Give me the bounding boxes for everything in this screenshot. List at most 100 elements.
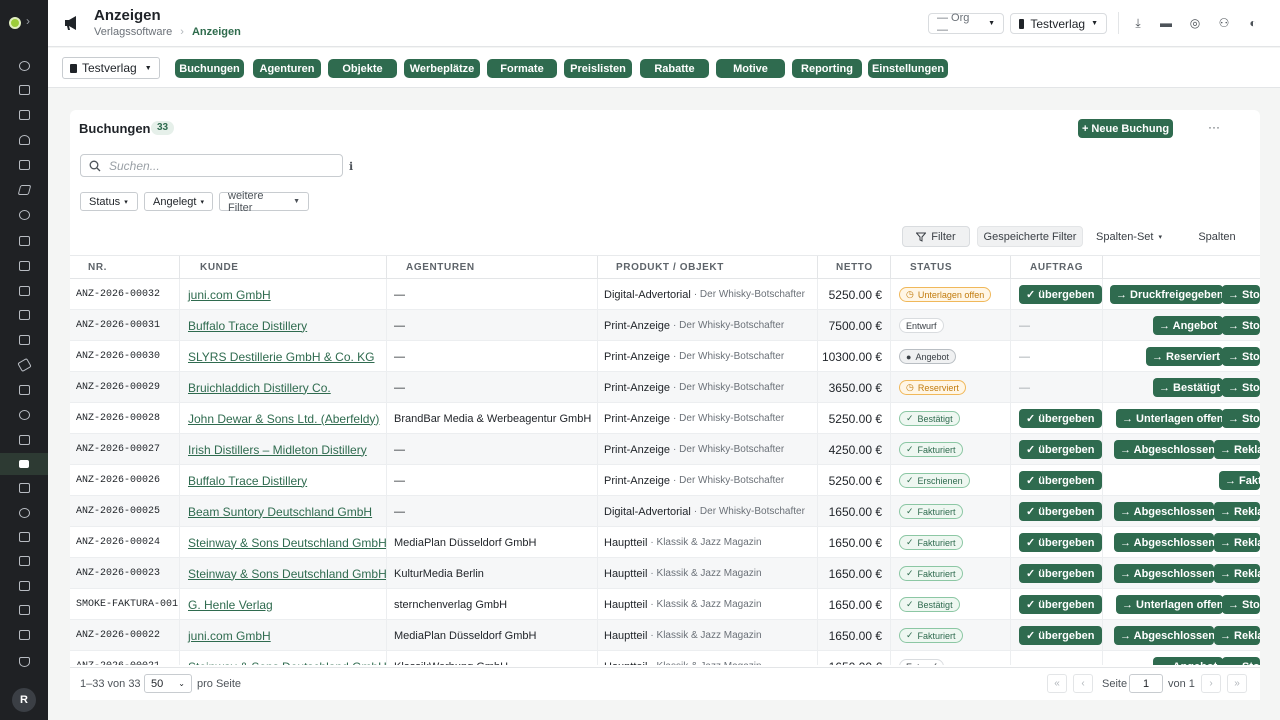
status-transition-button[interactable]: → Storno [1222, 657, 1260, 665]
status-transition-button[interactable]: → Angebot [1153, 316, 1223, 335]
status-transition-button[interactable]: → Reklamation [1214, 626, 1260, 645]
verlag-select-header[interactable]: Testverlag ▼ [1010, 13, 1107, 34]
tab-rabatte[interactable]: Rabatte [640, 59, 709, 78]
table-row[interactable]: ANZ-2026-00032 juni.com GmbH — Digital-Adve… [70, 279, 1260, 310]
sidebar-item-feather-icon[interactable] [16, 357, 32, 373]
sidebar-item-stack-icon[interactable] [16, 480, 32, 496]
info-icon[interactable]: ℹ [349, 160, 353, 173]
status-transition-button[interactable]: → Unterlagen offen [1116, 409, 1223, 428]
breadcrumb-root[interactable]: Verlagssoftware [94, 26, 172, 38]
filter-more[interactable]: weitere Filter ▼ [219, 190, 309, 214]
verlag-select[interactable]: Testverlag ▼ [62, 57, 160, 79]
sidebar-item-board-icon[interactable] [16, 107, 32, 123]
table-row[interactable]: ANZ-2026-00026 Buffalo Trace Distillery — P… [70, 465, 1260, 496]
columns-button[interactable]: Spalten [1187, 226, 1247, 247]
col-netto[interactable]: NETTO [818, 256, 891, 280]
status-transition-button[interactable]: → Fakturiert [1219, 471, 1260, 490]
page-input[interactable]: 1 [1129, 674, 1163, 693]
sidebar-item-file-icon[interactable] [16, 529, 32, 545]
more-options-icon[interactable]: ··· [1208, 120, 1220, 134]
status-transition-button[interactable]: → Storno [1222, 285, 1260, 304]
sidebar-item-users-icon[interactable] [16, 132, 32, 148]
sidebar-item-library-icon[interactable] [16, 233, 32, 249]
order-handed-over-badge[interactable]: ✓ übergeben [1019, 595, 1102, 614]
status-transition-button[interactable]: → Storno [1222, 595, 1260, 614]
sidebar-item-dashboard-icon[interactable] [16, 58, 32, 74]
status-transition-button[interactable]: → Unterlagen offen [1116, 595, 1223, 614]
sidebar-item-receipt-icon[interactable] [16, 332, 32, 348]
tab-formate[interactable]: Formate [487, 59, 557, 78]
status-transition-button[interactable]: → Reserviert [1146, 347, 1223, 366]
table-row[interactable]: ANZ-2026-00028 John Dewar & Sons Ltd. (Ab… [70, 403, 1260, 434]
sidebar-item-briefcase-icon[interactable] [16, 283, 32, 299]
user-avatar[interactable]: R [12, 688, 36, 712]
status-transition-button[interactable]: → Druckfreigegeben [1110, 285, 1223, 304]
sidebar-item-music-icon[interactable] [16, 505, 32, 521]
org-select[interactable]: — Org — ▼ [928, 12, 1004, 36]
status-transition-button[interactable]: → Storno [1222, 316, 1260, 335]
status-transition-button[interactable]: → Abgeschlossen [1114, 564, 1214, 583]
sidebar-item-shop-icon[interactable] [16, 553, 32, 569]
sidebar-item-bag-icon[interactable] [16, 432, 32, 448]
order-handed-over-badge[interactable]: ✓ übergeben [1019, 626, 1102, 645]
sidebar-collapse-icon[interactable]: › [26, 14, 30, 28]
status-transition-button[interactable]: → Angebot [1153, 657, 1223, 665]
filter-angelegt[interactable]: Angelegt ▾ [144, 192, 213, 211]
column-set-button[interactable]: Spalten-Set ▾ [1089, 226, 1169, 247]
sidebar-item-clipboard-icon[interactable] [16, 627, 32, 643]
status-transition-button[interactable]: → Storno [1222, 347, 1260, 366]
sidebar-item-circle-icon[interactable] [16, 407, 32, 423]
col-auftrag[interactable]: AUFTRAG [1011, 256, 1103, 280]
customer-link[interactable]: Steinway & Sons Deutschland GmbH [180, 651, 387, 665]
sidebar-item-archive-icon[interactable] [16, 382, 32, 398]
table-row[interactable]: ANZ-2026-00025 Beam Suntory Deutschland G… [70, 496, 1260, 527]
new-booking-button[interactable]: + Neue Buchung [1078, 119, 1173, 138]
customer-link[interactable]: Buffalo Trace Distillery [180, 310, 387, 341]
order-handed-over-badge[interactable]: ✓ übergeben [1019, 440, 1102, 459]
download-icon[interactable]: ⤓ [1131, 16, 1145, 30]
col-nr[interactable]: NR. [70, 256, 180, 280]
dark-mode-icon[interactable]: ◐ [1246, 16, 1260, 30]
tab-reporting[interactable]: Reporting [792, 59, 862, 78]
tab-objekte[interactable]: Objekte [328, 59, 397, 78]
tab-preislisten[interactable]: Preislisten [564, 59, 632, 78]
last-page-icon[interactable]: » [1227, 674, 1247, 693]
tab-werbeplaetze[interactable]: Werbeplätze [404, 59, 480, 78]
customer-link[interactable]: Beam Suntory Deutschland GmbH [180, 496, 387, 527]
customer-link[interactable]: John Dewar & Sons Ltd. (Aberfeldy) [180, 403, 387, 434]
tab-einstellungen[interactable]: Einstellungen [868, 59, 948, 78]
order-handed-over-badge[interactable]: ✓ übergeben [1019, 471, 1102, 490]
broadcast-icon[interactable]: ◎ [1188, 16, 1202, 30]
customer-link[interactable]: Bruichladdich Distillery Co. [180, 372, 387, 403]
customer-link[interactable]: G. Henle Verlag [180, 589, 387, 620]
app-logo[interactable] [9, 17, 21, 29]
order-handed-over-badge[interactable]: ✓ übergeben [1019, 564, 1102, 583]
customer-link[interactable]: juni.com GmbH [180, 279, 387, 310]
order-handed-over-badge[interactable]: ✓ übergeben [1019, 285, 1102, 304]
status-transition-button[interactable]: → Abgeschlossen [1114, 533, 1214, 552]
table-row[interactable]: ANZ-2026-00029 Bruichladdich Distillery C… [70, 372, 1260, 403]
search-input[interactable] [109, 158, 329, 173]
status-transition-button[interactable]: → Reklamation [1214, 533, 1260, 552]
table-row[interactable]: ANZ-2026-00031 Buffalo Trace Distillery — P… [70, 310, 1260, 341]
sidebar-item-send-icon[interactable] [16, 182, 32, 198]
col-produkt[interactable]: PRODUKT / OBJEKT [598, 256, 818, 280]
customer-link[interactable]: Buffalo Trace Distillery [180, 465, 387, 496]
status-transition-button[interactable]: → Storno [1222, 409, 1260, 428]
sidebar-item-mail-icon[interactable] [16, 157, 32, 173]
sidebar-item-edit-icon[interactable] [16, 578, 32, 594]
tab-buchungen[interactable]: Buchungen [175, 59, 244, 78]
col-status[interactable]: STATUS [891, 256, 1011, 280]
order-handed-over-badge[interactable]: ✓ übergeben [1019, 409, 1102, 428]
col-agenturen[interactable]: AGENTUREN [387, 256, 598, 280]
status-transition-button[interactable]: → Bestätigt [1153, 378, 1223, 397]
prev-page-icon[interactable]: ‹ [1073, 674, 1093, 693]
status-transition-button[interactable]: → Reklamation [1214, 564, 1260, 583]
status-transition-button[interactable]: → Abgeschlossen [1114, 440, 1214, 459]
team-icon[interactable]: ⚇ [1217, 16, 1231, 30]
customer-link[interactable]: Irish Distillers – Midleton Distillery [180, 434, 387, 465]
table-row[interactable]: ANZ-2026-00030 SLYRS Destillerie GmbH & C… [70, 341, 1260, 372]
tab-agenturen[interactable]: Agenturen [253, 59, 321, 78]
status-transition-button[interactable]: → Reklamation [1214, 502, 1260, 521]
table-row[interactable]: SMOKE-FAKTURA-001 G. Henle Verlag sternche… [70, 589, 1260, 620]
